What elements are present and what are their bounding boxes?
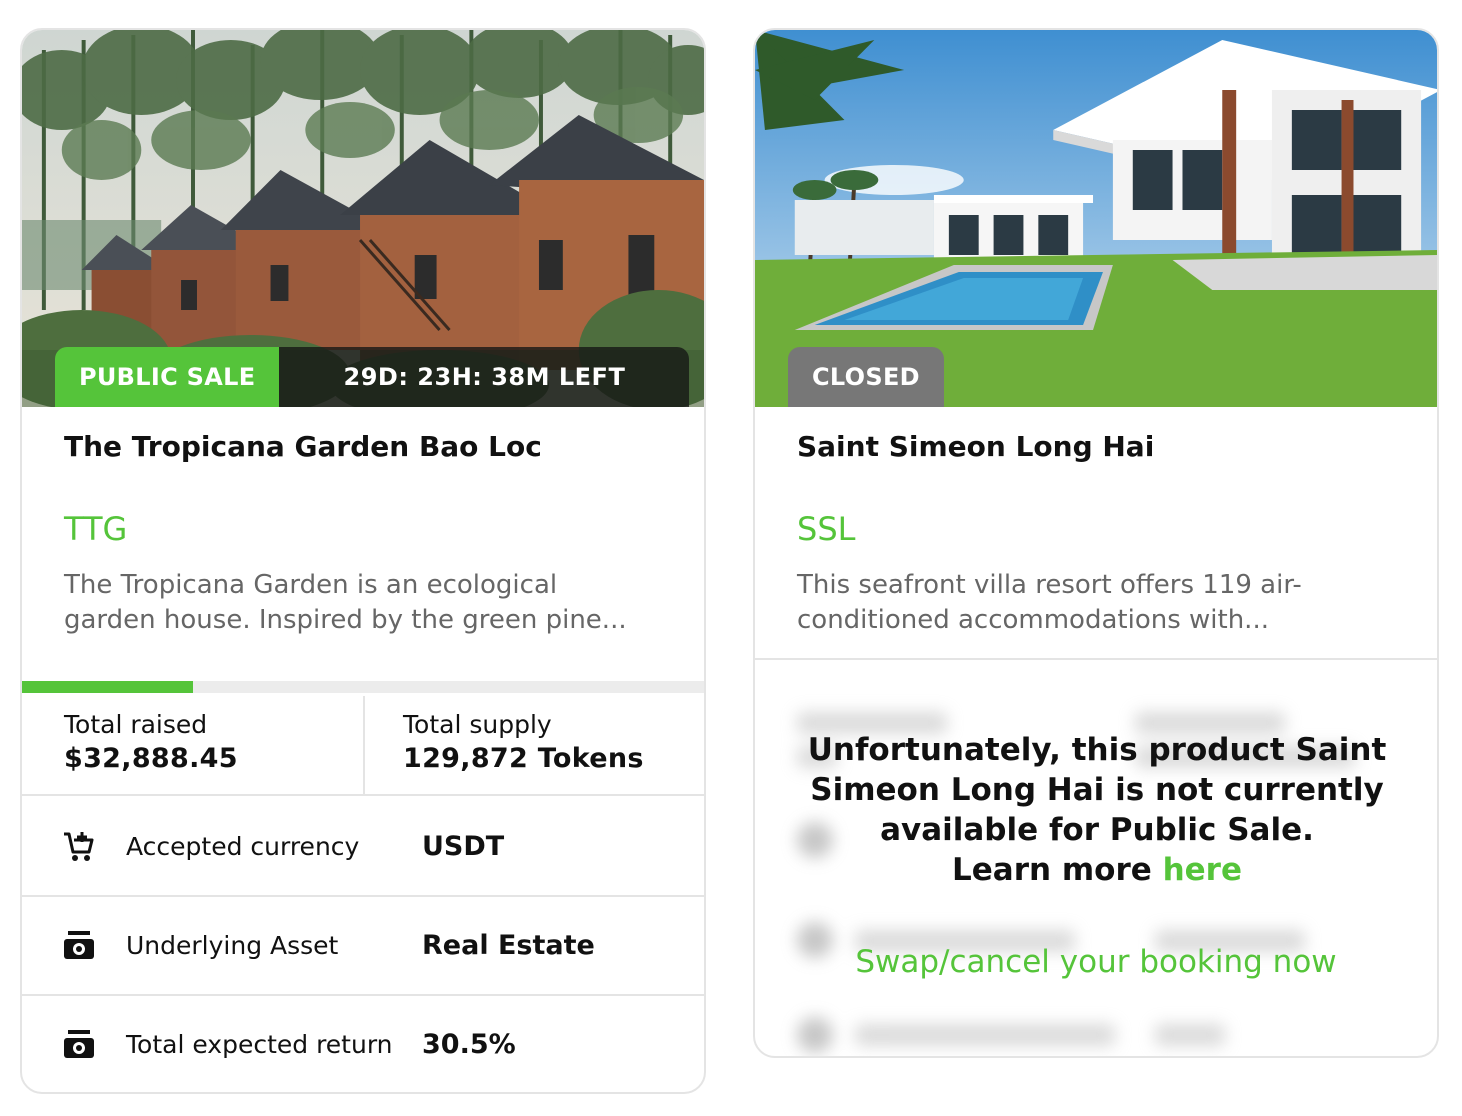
- cart-icon: [64, 831, 94, 861]
- sale-progress-fill: [22, 681, 193, 693]
- description-line: This seafront villa resort offers 119 ai…: [797, 570, 1302, 600]
- detail-row-return: Total expected return 30.5%: [22, 996, 704, 1092]
- stats-row: Total raised $32,888.45 Total supply 129…: [22, 696, 704, 796]
- total-raised-stat: Total raised $32,888.45: [22, 696, 363, 794]
- description-line: conditioned accommodations with...: [797, 605, 1269, 635]
- section-divider: [755, 658, 1437, 660]
- countdown-timer: 29D: 23H: 38M LEFT: [279, 347, 690, 407]
- card-hero-image: PUBLIC SALE 29D: 23H: 38M LEFT: [22, 30, 704, 407]
- project-title: The Tropicana Garden Bao Loc: [64, 430, 542, 463]
- notice-line: available for Public Sale.: [880, 812, 1314, 848]
- detail-row-asset: Underlying Asset Real Estate: [22, 897, 704, 996]
- notice-learn-more: Learn more here: [795, 850, 1399, 890]
- sale-progress-bar: [22, 681, 704, 693]
- detail-value: USDT: [422, 831, 505, 862]
- project-title: Saint Simeon Long Hai: [797, 430, 1155, 463]
- project-card-saint-simeon[interactable]: CLOSED Saint Simeon Long Hai SSL This se…: [753, 28, 1439, 1058]
- swap-cancel-booking-link[interactable]: Swap/cancel your booking now: [755, 944, 1437, 980]
- notice-learn-text: Learn more: [952, 852, 1163, 888]
- token-ticker: SSL: [797, 510, 856, 548]
- detail-label: Accepted currency: [126, 832, 360, 861]
- closed-badge: CLOSED: [788, 347, 944, 407]
- detail-label: Underlying Asset: [126, 931, 339, 960]
- description-line: The Tropicana Garden is an ecological: [64, 570, 558, 600]
- project-description: This seafront villa resort offers 119 ai…: [797, 568, 1397, 638]
- status-bar: PUBLIC SALE 29D: 23H: 38M LEFT: [55, 347, 690, 407]
- total-raised-label: Total raised: [64, 710, 208, 739]
- return-icon: [64, 1029, 94, 1058]
- project-description: The Tropicana Garden is an ecological ga…: [64, 568, 664, 638]
- total-raised-value: $32,888.45: [64, 743, 238, 774]
- detail-label: Total expected return: [126, 1030, 393, 1059]
- unavailable-notice: Unfortunately, this product Saint Simeon…: [795, 730, 1399, 890]
- public-sale-badge: PUBLIC SALE: [55, 347, 280, 407]
- description-line: garden house. Inspired by the green pine…: [64, 605, 627, 635]
- card-hero-image: CLOSED: [755, 30, 1437, 407]
- notice-line: Simeon Long Hai is not currently: [810, 772, 1384, 808]
- detail-row-currency: Accepted currency USDT: [22, 798, 704, 897]
- notice-line: Unfortunately, this product Saint: [807, 732, 1387, 768]
- asset-icon: [64, 930, 94, 959]
- project-card-tropicana[interactable]: PUBLIC SALE 29D: 23H: 38M LEFT The Tropi…: [20, 28, 706, 1094]
- status-bar: CLOSED: [788, 347, 944, 407]
- total-supply-label: Total supply: [403, 710, 552, 739]
- token-ticker: TTG: [64, 510, 128, 548]
- total-supply-value: 129,872 Tokens: [403, 743, 644, 774]
- learn-more-link[interactable]: here: [1163, 852, 1242, 888]
- total-supply-stat: Total supply 129,872 Tokens: [363, 696, 704, 794]
- detail-value: Real Estate: [422, 930, 595, 961]
- detail-value: 30.5%: [422, 1029, 516, 1060]
